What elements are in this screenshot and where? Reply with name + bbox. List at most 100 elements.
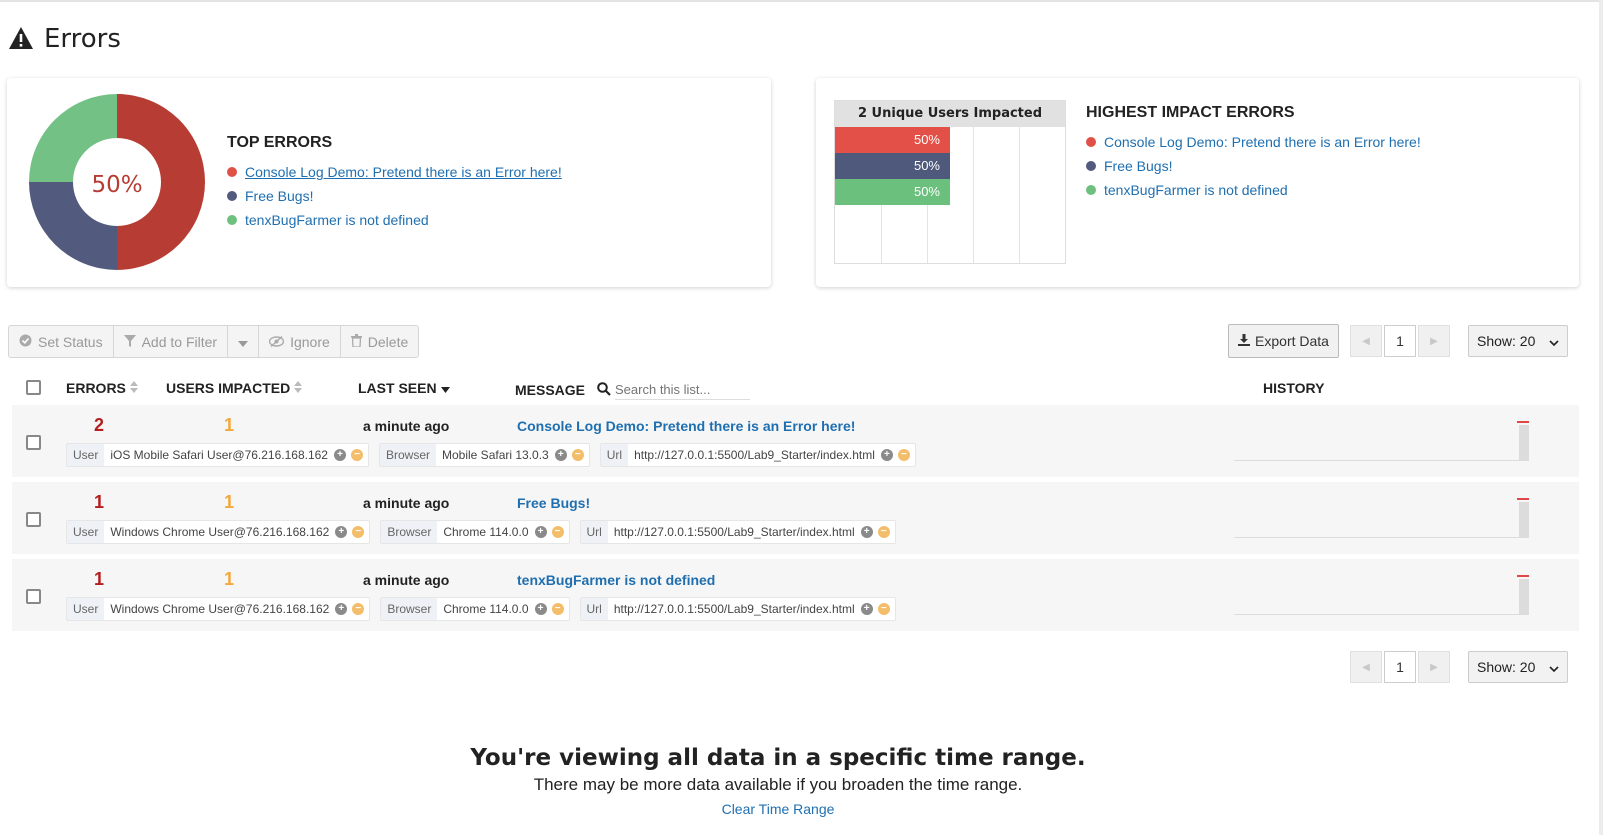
page-size-select[interactable]: Show: 20 bbox=[1468, 651, 1568, 683]
next-page-button[interactable]: ▶ bbox=[1418, 651, 1450, 683]
legend-dot bbox=[227, 191, 237, 201]
export-data-button[interactable]: Export Data bbox=[1228, 324, 1339, 358]
error-message-link[interactable]: Console Log Demo: Pretend there is an Er… bbox=[517, 418, 855, 434]
legend-dot bbox=[1086, 185, 1096, 195]
top-error-link[interactable]: tenxBugFarmer is not defined bbox=[245, 212, 429, 228]
top-error-item[interactable]: Free Bugs! bbox=[227, 184, 562, 208]
select-all-checkbox[interactable] bbox=[26, 380, 41, 395]
trash-icon bbox=[350, 333, 362, 350]
plus-circle-icon[interactable]: + bbox=[860, 603, 873, 615]
donut-slice[interactable] bbox=[29, 94, 117, 182]
tag-user: User Windows Chrome User@76.216.168.162 + − bbox=[66, 520, 371, 544]
minus-circle-icon[interactable]: − bbox=[571, 449, 584, 461]
scrollbar[interactable] bbox=[1599, 0, 1603, 835]
impact-item[interactable]: Free Bugs! bbox=[1086, 154, 1421, 178]
add-to-filter-button[interactable]: Add to Filter bbox=[114, 326, 229, 357]
tag-key: Browser bbox=[381, 521, 438, 543]
row-tags: User Windows Chrome User@76.216.168.162 + −… bbox=[66, 597, 896, 621]
minus-circle-icon[interactable]: − bbox=[551, 603, 564, 615]
page-title-text: Errors bbox=[44, 24, 121, 54]
error-message-link[interactable]: Free Bugs! bbox=[517, 495, 590, 511]
page-number[interactable]: 1 bbox=[1384, 651, 1416, 683]
plus-circle-icon[interactable]: + bbox=[880, 449, 893, 461]
minus-circle-icon[interactable]: − bbox=[352, 526, 365, 538]
row-checkbox[interactable] bbox=[26, 435, 41, 450]
impact-bar[interactable]: 50% bbox=[835, 127, 950, 153]
row-checkbox[interactable] bbox=[26, 589, 41, 604]
tag-url: Url http://127.0.0.1:5500/Lab9_Starter/in… bbox=[579, 520, 896, 544]
errors-column-header[interactable]: ERRORS bbox=[66, 380, 138, 396]
minus-circle-icon[interactable]: − bbox=[897, 449, 910, 461]
impact-link[interactable]: Console Log Demo: Pretend there is an Er… bbox=[1104, 134, 1421, 150]
top-error-item[interactable]: Console Log Demo: Pretend there is an Er… bbox=[227, 160, 562, 184]
top-error-item[interactable]: tenxBugFarmer is not defined bbox=[227, 208, 562, 232]
tag-value: Windows Chrome User@76.216.168.162 bbox=[110, 602, 330, 616]
page-number[interactable]: 1 bbox=[1384, 325, 1416, 357]
sort-icon bbox=[294, 380, 303, 396]
plus-circle-icon[interactable]: + bbox=[333, 449, 346, 461]
message-column-header: MESSAGE bbox=[515, 380, 751, 400]
ignore-button[interactable]: Ignore bbox=[259, 326, 341, 357]
plus-circle-icon[interactable]: + bbox=[534, 526, 547, 538]
table-row[interactable]: 1 1 a minute ago Free Bugs! User Windows … bbox=[12, 482, 1579, 554]
caret-left-icon: ◀ bbox=[1362, 335, 1370, 347]
minus-circle-icon[interactable]: − bbox=[877, 603, 890, 615]
set-status-label: Set Status bbox=[38, 333, 103, 350]
top-error-link[interactable]: Free Bugs! bbox=[245, 188, 313, 204]
impact-item[interactable]: tenxBugFarmer is not defined bbox=[1086, 178, 1421, 202]
users-impacted-count: 1 bbox=[223, 569, 234, 589]
plus-circle-icon[interactable]: + bbox=[554, 449, 567, 461]
tag-browser: Browser Chrome 114.0.0 + − bbox=[380, 520, 570, 544]
chevron-down-icon bbox=[1549, 333, 1559, 349]
plus-circle-icon[interactable]: + bbox=[335, 526, 348, 538]
delete-button[interactable]: Delete bbox=[341, 326, 418, 357]
tag-value: iOS Mobile Safari User@76.216.168.162 bbox=[110, 448, 328, 462]
tag-key: User bbox=[67, 598, 105, 620]
row-checkbox[interactable] bbox=[26, 512, 41, 527]
legend-dot bbox=[227, 167, 237, 177]
ignore-label: Ignore bbox=[290, 333, 330, 350]
history-sparkline bbox=[1234, 498, 1529, 538]
impact-item[interactable]: Console Log Demo: Pretend there is an Er… bbox=[1086, 130, 1421, 154]
prev-page-button[interactable]: ◀ bbox=[1350, 325, 1382, 357]
last-seen-column-header[interactable]: LAST SEEN bbox=[358, 380, 450, 396]
impact-bar[interactable]: 50% bbox=[835, 153, 950, 179]
impact-link[interactable]: Free Bugs! bbox=[1104, 158, 1172, 174]
table-row[interactable]: 1 1 a minute ago tenxBugFarmer is not de… bbox=[12, 559, 1579, 631]
tag-value: http://127.0.0.1:5500/Lab9_Starter/index… bbox=[613, 525, 855, 539]
impact-bar[interactable]: 50% bbox=[835, 179, 950, 205]
minus-circle-icon[interactable]: − bbox=[352, 603, 365, 615]
minus-circle-icon[interactable]: − bbox=[551, 526, 564, 538]
tag-browser: Browser Mobile Safari 13.0.3 + − bbox=[378, 443, 590, 467]
plus-circle-icon[interactable]: + bbox=[860, 526, 873, 538]
history-spike bbox=[1517, 575, 1529, 577]
errors-header-label: ERRORS bbox=[66, 380, 126, 396]
minus-circle-icon[interactable]: − bbox=[877, 526, 890, 538]
plus-circle-icon[interactable]: + bbox=[335, 603, 348, 615]
next-page-button[interactable]: ▶ bbox=[1418, 325, 1450, 357]
filter-dropdown-button[interactable] bbox=[228, 326, 260, 357]
top-error-link[interactable]: Console Log Demo: Pretend there is an Er… bbox=[245, 164, 562, 180]
set-status-button[interactable]: Set Status bbox=[9, 326, 114, 357]
page-size-value: Show: 20 bbox=[1477, 333, 1536, 349]
tag-value: Mobile Safari 13.0.3 bbox=[442, 448, 549, 462]
caret-right-icon: ▶ bbox=[1430, 661, 1438, 673]
top-errors-donut-chart: 50% bbox=[29, 94, 205, 270]
users-impacted-column-header[interactable]: USERS IMPACTED bbox=[166, 380, 303, 396]
page-size-select[interactable]: Show: 20 bbox=[1468, 325, 1568, 357]
error-message-link[interactable]: tenxBugFarmer is not defined bbox=[517, 572, 715, 588]
search-icon bbox=[597, 381, 611, 399]
tag-key: User bbox=[67, 444, 105, 466]
legend-dot bbox=[227, 215, 237, 225]
table-row[interactable]: 2 1 a minute ago Console Log Demo: Prete… bbox=[12, 405, 1579, 477]
impact-link[interactable]: tenxBugFarmer is not defined bbox=[1104, 182, 1288, 198]
prev-page-button[interactable]: ◀ bbox=[1350, 651, 1382, 683]
plus-circle-icon[interactable]: + bbox=[534, 603, 547, 615]
top-errors-card: 50% TOP ERRORS Console Log Demo: Pretend… bbox=[7, 78, 771, 287]
users-impacted-count: 1 bbox=[223, 415, 234, 435]
clear-time-range-link[interactable]: Clear Time Range bbox=[0, 801, 1556, 817]
search-input[interactable] bbox=[615, 380, 751, 400]
minus-circle-icon[interactable]: − bbox=[350, 449, 363, 461]
row-tags: User iOS Mobile Safari User@76.216.168.16… bbox=[66, 443, 916, 467]
error-count: 2 bbox=[93, 415, 104, 435]
